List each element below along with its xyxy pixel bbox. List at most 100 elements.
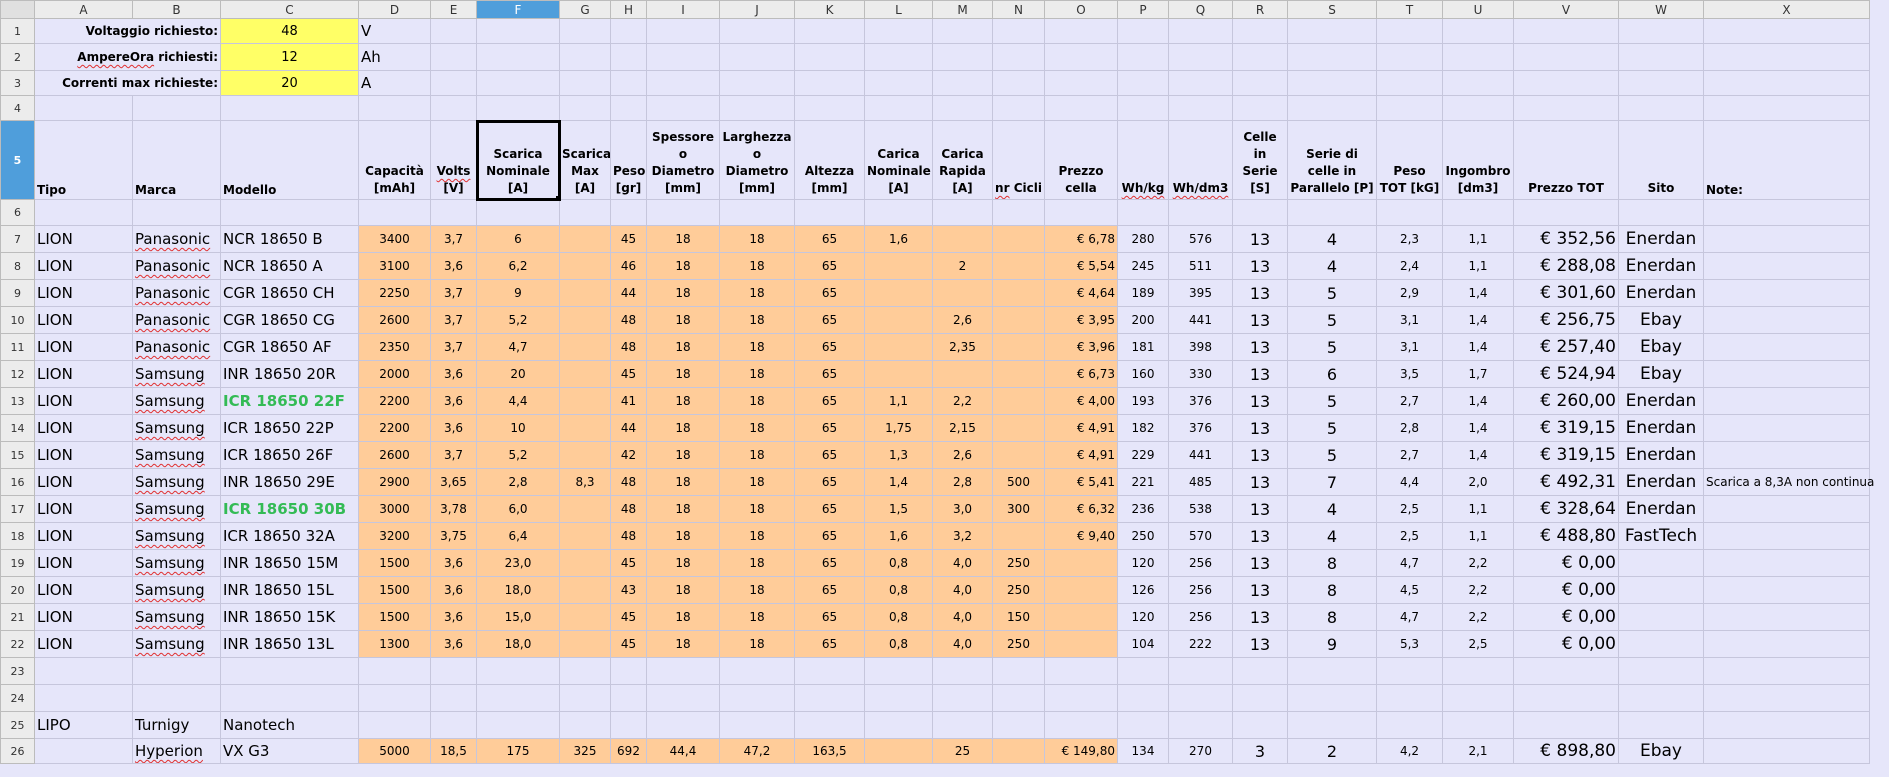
- cell-par[interactable]: 5: [1287, 279, 1377, 307]
- cell-larg[interactable]: 18: [719, 252, 795, 280]
- column-header-l[interactable]: L: [864, 0, 933, 19]
- empty-cell[interactable]: [794, 199, 865, 226]
- empty-cell[interactable]: [1442, 684, 1514, 712]
- cell-whkg[interactable]: 126: [1117, 576, 1169, 604]
- cell-sito[interactable]: Enerdan: [1618, 252, 1704, 280]
- empty-cell[interactable]: [610, 711, 647, 739]
- cell-par[interactable]: 4: [1287, 225, 1377, 253]
- cell-modello[interactable]: ICR 18650 32A: [220, 522, 359, 550]
- empty-cell[interactable]: [1287, 684, 1377, 712]
- cell-cap[interactable]: 5000: [358, 738, 431, 764]
- empty-cell[interactable]: [794, 711, 865, 739]
- cell-note[interactable]: [1703, 333, 1870, 361]
- cell-par[interactable]: 8: [1287, 549, 1377, 577]
- cell-cap[interactable]: 2200: [358, 387, 431, 415]
- cell-cnom[interactable]: 0,8: [864, 549, 933, 577]
- cell-crap[interactable]: [932, 360, 993, 388]
- empty-cell[interactable]: [610, 95, 647, 121]
- empty-cell[interactable]: [430, 199, 477, 226]
- column-header-o[interactable]: O: [1044, 0, 1118, 19]
- cell-smax[interactable]: [559, 630, 611, 658]
- cell-whdm3[interactable]: 511: [1168, 252, 1233, 280]
- empty-cell[interactable]: [992, 657, 1045, 685]
- cell-smax[interactable]: [559, 495, 611, 523]
- cell-snom[interactable]: 18,0: [476, 576, 560, 604]
- cell-par[interactable]: 6: [1287, 360, 1377, 388]
- cell-cap[interactable]: 1500: [358, 549, 431, 577]
- cell-alt[interactable]: 65: [794, 576, 865, 604]
- cell-whdm3[interactable]: 570: [1168, 522, 1233, 550]
- cell-modello[interactable]: NCR 18650 A: [220, 252, 359, 280]
- cell-spess[interactable]: 18: [646, 306, 720, 334]
- cell-smax[interactable]: [559, 387, 611, 415]
- cell-snom[interactable]: 6,0: [476, 495, 560, 523]
- cell-whdm3[interactable]: 441: [1168, 306, 1233, 334]
- row-header[interactable]: 3: [0, 70, 35, 96]
- empty-cell[interactable]: [220, 95, 359, 121]
- cell-cnom[interactable]: 0,8: [864, 603, 933, 631]
- cell-smax[interactable]: [559, 441, 611, 469]
- empty-cell[interactable]: [1442, 95, 1514, 121]
- cell-sito[interactable]: [1618, 576, 1704, 604]
- cell-cap[interactable]: 2900: [358, 468, 431, 496]
- row-header[interactable]: 10: [0, 306, 35, 334]
- empty-cell[interactable]: [1117, 711, 1169, 739]
- empty-cell[interactable]: [430, 43, 477, 71]
- empty-cell[interactable]: [1232, 684, 1288, 712]
- cell-peso[interactable]: 48: [610, 333, 647, 361]
- empty-cell[interactable]: [132, 684, 221, 712]
- column-header-s[interactable]: S: [1287, 0, 1377, 19]
- cell-volts[interactable]: 3,6: [430, 360, 477, 388]
- cell-peso[interactable]: 46: [610, 252, 647, 280]
- empty-cell[interactable]: [1287, 95, 1377, 121]
- cell-prezzotot[interactable]: € 319,15: [1513, 414, 1619, 442]
- empty-cell[interactable]: [794, 70, 865, 96]
- cell-par[interactable]: 5: [1287, 333, 1377, 361]
- spreadsheet-grid[interactable]: A B C D E F G H I J K L M N O P Q R S T U V W X 1 Voltaggio richi…: [0, 0, 1889, 777]
- cell-cicli[interactable]: [992, 225, 1045, 253]
- cell-cap[interactable]: 2600: [358, 441, 431, 469]
- cell-cap[interactable]: 2350: [358, 333, 431, 361]
- cell-serie[interactable]: 13: [1232, 441, 1288, 469]
- cell-peso[interactable]: 45: [610, 603, 647, 631]
- empty-cell[interactable]: [559, 657, 611, 685]
- empty-cell[interactable]: [430, 18, 477, 44]
- cell-volts[interactable]: 3,6: [430, 576, 477, 604]
- empty-cell[interactable]: [1442, 70, 1514, 96]
- empty-cell[interactable]: [1618, 684, 1704, 712]
- cell-serie[interactable]: 13: [1232, 603, 1288, 631]
- cell-volts[interactable]: 3,6: [430, 252, 477, 280]
- cell-par[interactable]: 5: [1287, 306, 1377, 334]
- empty-cell[interactable]: [719, 95, 795, 121]
- empty-cell[interactable]: [610, 43, 647, 71]
- empty-cell[interactable]: [992, 711, 1045, 739]
- empty-cell[interactable]: [719, 43, 795, 71]
- column-header-d[interactable]: D: [358, 0, 431, 19]
- row-header[interactable]: 17: [0, 495, 35, 523]
- cell-note[interactable]: [1703, 495, 1870, 523]
- empty-cell[interactable]: [610, 70, 647, 96]
- cell-spess[interactable]: 18: [646, 576, 720, 604]
- cell-note[interactable]: [1703, 630, 1870, 658]
- row-header[interactable]: 14: [0, 414, 35, 442]
- empty-cell[interactable]: [932, 70, 993, 96]
- cell-prezzo[interactable]: € 4,91: [1044, 441, 1118, 469]
- cell-serie[interactable]: 13: [1232, 549, 1288, 577]
- empty-cell[interactable]: [559, 199, 611, 226]
- select-all-corner[interactable]: [0, 0, 35, 19]
- empty-cell[interactable]: [1168, 684, 1233, 712]
- cell-sito[interactable]: Enerdan: [1618, 279, 1704, 307]
- cell-modello[interactable]: INR 18650 15M: [220, 549, 359, 577]
- cell-peso[interactable]: 45: [610, 549, 647, 577]
- cell-volts[interactable]: 18,5: [430, 738, 477, 764]
- cell-sito[interactable]: Enerdan: [1618, 468, 1704, 496]
- row-header[interactable]: 2: [0, 43, 35, 71]
- cell-larg[interactable]: 18: [719, 225, 795, 253]
- cell-whdm3[interactable]: 270: [1168, 738, 1233, 764]
- empty-cell[interactable]: [646, 199, 720, 226]
- cell-larg[interactable]: 18: [719, 630, 795, 658]
- empty-cell[interactable]: [864, 657, 933, 685]
- empty-cell[interactable]: [992, 684, 1045, 712]
- cell-crap[interactable]: 4,0: [932, 603, 993, 631]
- cell-marca[interactable]: Panasonic: [132, 252, 221, 280]
